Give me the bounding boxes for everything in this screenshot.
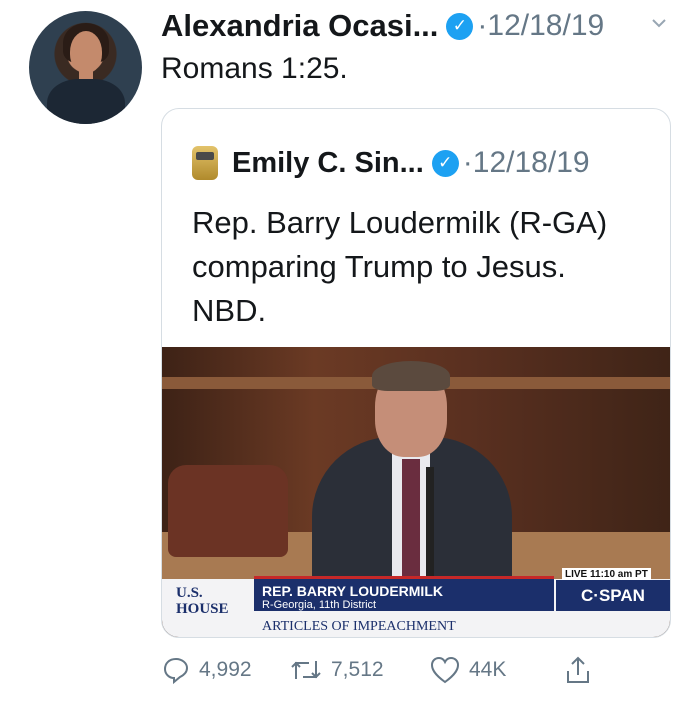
like-button[interactable]: 44K (429, 650, 506, 690)
video-microphone (426, 467, 434, 577)
like-count: 44K (469, 658, 507, 681)
reply-button[interactable]: 4,992 (161, 650, 252, 690)
video-topic: ARTICLES OF IMPEACHMENT (262, 619, 456, 634)
separator: · (477, 9, 488, 42)
tweet-date[interactable]: 12/18/19 (487, 9, 604, 43)
quoted-text-line: Rep. Barry Loudermilk (R-GA) (192, 205, 608, 240)
retweet-count: 7,512 (331, 658, 384, 681)
separator: · (462, 146, 473, 179)
quoted-author-name[interactable]: Emily C. Sin... (232, 147, 424, 180)
video-speaker-tie (402, 459, 420, 577)
retweet-button[interactable]: 7,512 (289, 650, 384, 690)
tweet-text: Romans 1:25. (161, 52, 348, 85)
reply-count: 4,992 (199, 658, 252, 681)
us-house-logo: U.S. HOUSE (176, 585, 229, 617)
verified-icon: ✓ (446, 12, 474, 40)
author-avatar[interactable] (29, 11, 142, 124)
tweet-actions: 4,992 7,512 44K (161, 650, 601, 690)
quoted-author-avatar (192, 146, 218, 180)
chevron-down-icon[interactable] (650, 14, 668, 32)
retweet-icon (291, 661, 321, 679)
video-speaker-hair (372, 361, 450, 391)
video-media[interactable]: U.S. HOUSE REP. BARRY LOUDERMILK R-Georg… (162, 347, 670, 637)
avatar-face (70, 31, 102, 73)
author-name[interactable]: Alexandria Ocasi... (161, 8, 438, 44)
quoted-text-line: comparing Trump to Jesus. (192, 249, 566, 284)
like-icon (430, 656, 460, 684)
quoted-text-line: NBD. (192, 293, 267, 328)
verified-icon: ✓ (431, 149, 459, 177)
share-icon (567, 656, 589, 683)
speaker-district: R-Georgia, 11th District (262, 599, 377, 611)
quoted-tweet[interactable]: Emily C. Sin... ✓ · 12/18/19 Rep. Barry … (161, 108, 671, 638)
tweet-header: Alexandria Ocasi... ✓ · 12/18/19 (161, 6, 604, 46)
cspan-logo: C·SPAN (556, 580, 670, 611)
share-button[interactable] (563, 650, 601, 690)
avatar-body (47, 79, 125, 124)
quoted-tweet-header: Emily C. Sin... ✓ · 12/18/19 (192, 143, 590, 183)
quoted-tweet-text: Rep. Barry Loudermilk (R-GA) comparing T… (192, 201, 652, 333)
speaker-name: REP. BARRY LOUDERMILK (262, 583, 443, 599)
video-chair (168, 465, 288, 557)
reply-icon (163, 657, 189, 685)
quoted-tweet-date[interactable]: 12/18/19 (473, 146, 590, 180)
